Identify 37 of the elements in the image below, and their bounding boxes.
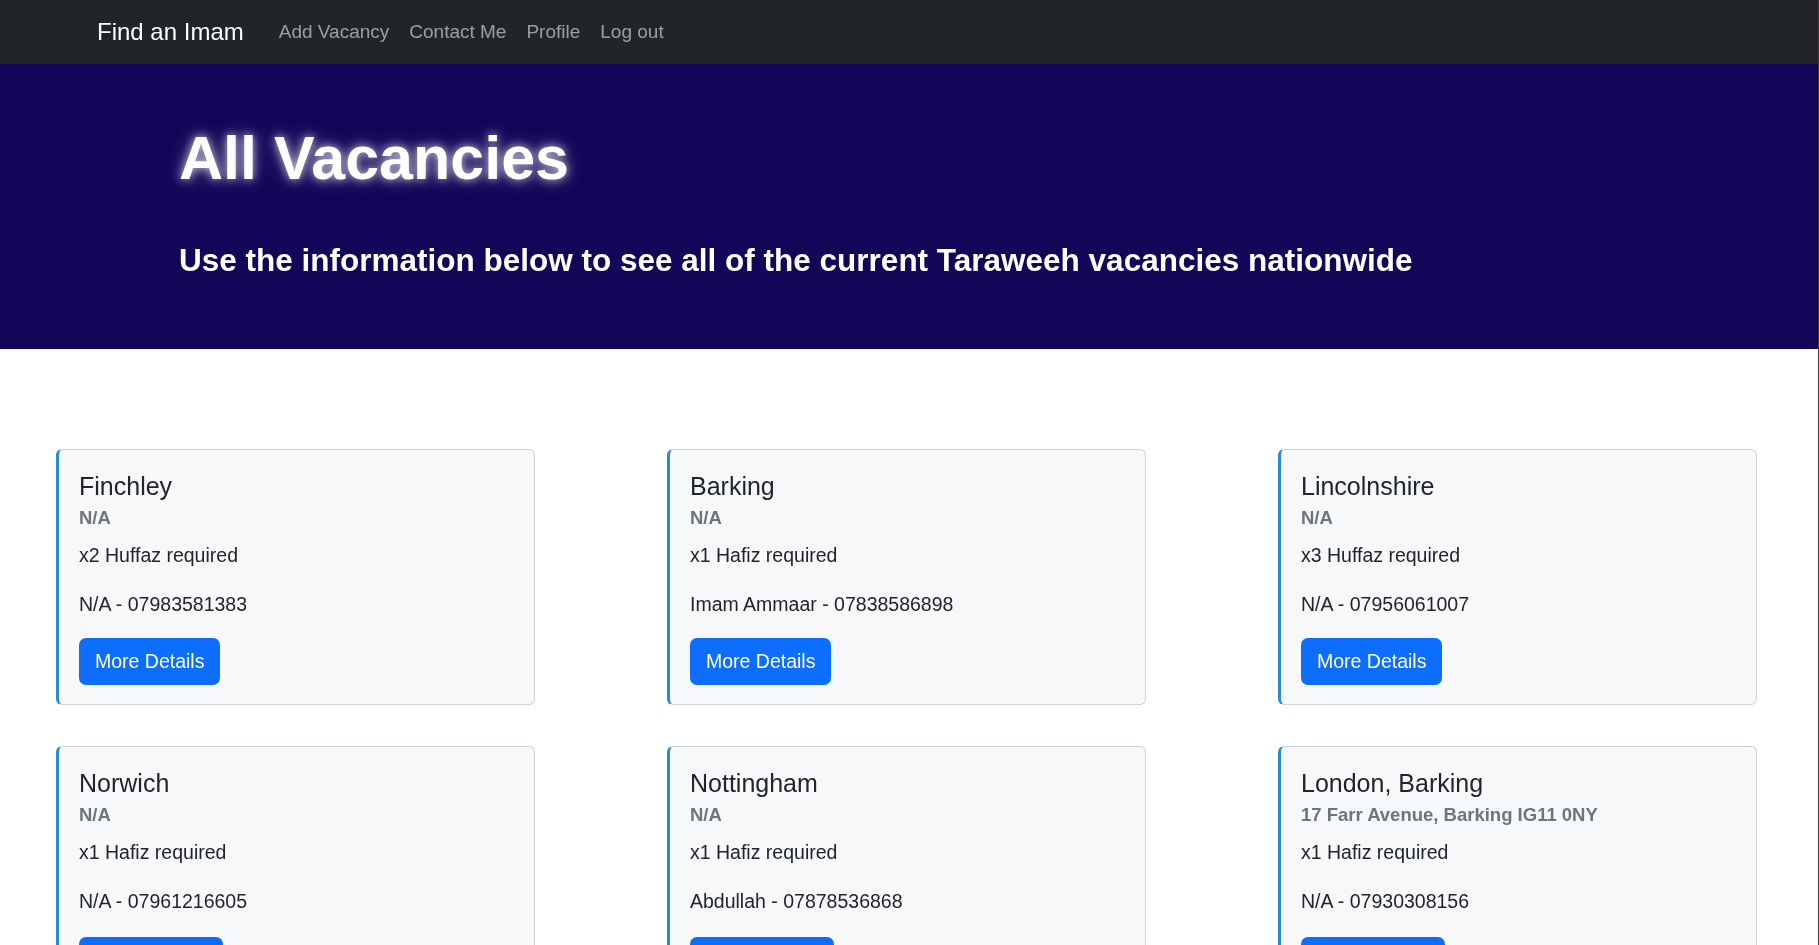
card-title: Nottingham <box>690 768 818 798</box>
requirement-text: x2 Huffaz required <box>79 543 238 568</box>
card-subtitle: N/A <box>79 804 111 826</box>
contact-text: N/A - 07961216605 <box>79 889 248 914</box>
contact-text: N/A - 07983581383 <box>79 592 248 617</box>
nav-link[interactable]: Log out <box>590 19 674 45</box>
more-details-button[interactable]: More Details <box>79 638 221 685</box>
page-title: All Vacancies <box>179 123 569 194</box>
more-details-button[interactable]: More Details <box>1301 638 1443 685</box>
card-title: Lincolnshire <box>1301 471 1435 501</box>
requirement-text: x1 Hafiz required <box>690 840 838 865</box>
card-title: Finchley <box>79 471 173 501</box>
page-subtitle: Use the information below to see all of the current Taraweeh vacancies nationwide <box>179 241 1413 280</box>
nav-link[interactable]: Add Vacancy <box>268 19 400 45</box>
card-subtitle: N/A <box>690 804 722 826</box>
more-details-button[interactable] <box>79 937 223 945</box>
contact-text: N/A - 07930308156 <box>1301 889 1470 914</box>
requirement-text: x1 Hafiz required <box>1301 840 1449 865</box>
contact-text: N/A - 07956061007 <box>1301 592 1470 617</box>
card-title: Norwich <box>79 768 170 798</box>
contact-text: Abdullah - 07878536868 <box>690 889 903 914</box>
more-details-button[interactable] <box>1301 937 1445 945</box>
requirement-text: x1 Hafiz required <box>79 840 227 865</box>
nav-link[interactable]: Profile <box>516 19 591 45</box>
brand-link[interactable]: Find an Imam <box>97 17 244 47</box>
card-title: London, Barking <box>1301 768 1484 798</box>
card-subtitle: N/A <box>79 507 111 529</box>
card-title: Barking <box>690 471 775 501</box>
card-subtitle: 17 Farr Avenue, Barking IG11 0NY <box>1301 804 1598 826</box>
requirement-text: x3 Huffaz required <box>1301 543 1460 568</box>
more-details-button[interactable] <box>690 937 834 945</box>
card-subtitle: N/A <box>1301 507 1333 529</box>
card-subtitle: N/A <box>690 507 722 529</box>
nav-link[interactable]: Contact Me <box>399 19 517 45</box>
contact-text: Imam Ammaar - 07838586898 <box>690 592 954 617</box>
requirement-text: x1 Hafiz required <box>690 543 838 568</box>
more-details-button[interactable]: More Details <box>690 638 832 685</box>
